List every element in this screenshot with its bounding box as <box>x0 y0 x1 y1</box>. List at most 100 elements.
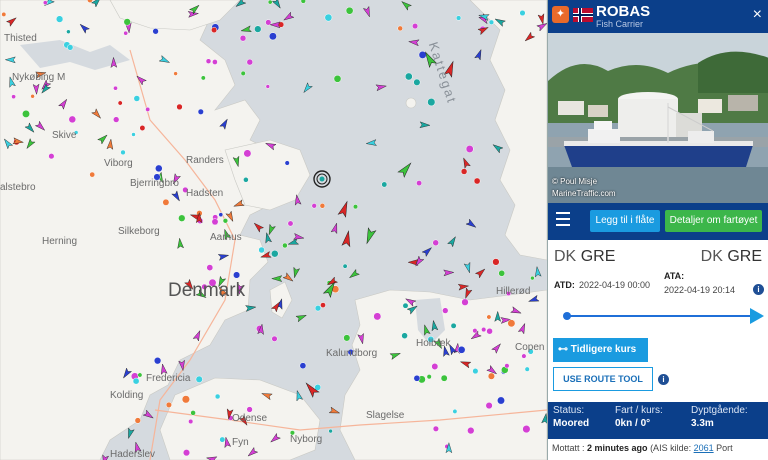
vessel-marker-arrow[interactable] <box>365 139 378 147</box>
photo-site[interactable]: MarineTraffic.com <box>552 189 616 198</box>
vessel-marker-dot[interactable] <box>524 366 530 372</box>
vessel-marker-dot[interactable] <box>497 396 505 405</box>
vessel-marker-dot[interactable] <box>139 125 146 131</box>
vessel-marker-dot[interactable] <box>246 406 253 413</box>
vessel-marker-dot[interactable] <box>113 85 118 91</box>
vessel-marker-arrow[interactable] <box>292 266 301 279</box>
vessel-marker-arrow[interactable] <box>266 223 276 236</box>
vessel-marker-arrow[interactable] <box>271 275 283 282</box>
vessel-marker-arrow[interactable] <box>362 5 372 18</box>
route-tool-info-icon[interactable]: i <box>658 374 669 385</box>
vessel-marker-dot[interactable] <box>55 15 64 23</box>
vessel-marker-dot[interactable] <box>68 115 77 124</box>
vessel-marker-dot[interactable] <box>190 410 196 416</box>
vessel-details-button[interactable]: Detaljer om fartøyet <box>665 210 762 232</box>
close-icon[interactable]: × <box>753 7 762 23</box>
vessel-marker-dot[interactable] <box>282 242 288 249</box>
vessel-marker-dot[interactable] <box>195 375 203 383</box>
arrival-port[interactable]: DK GRE <box>701 248 762 266</box>
vessel-marker-arrow[interactable] <box>330 222 340 235</box>
vessel-marker-dot[interactable] <box>271 249 279 258</box>
vessel-marker-dot[interactable] <box>486 314 492 320</box>
vessel-marker-dot[interactable] <box>268 32 277 41</box>
vessel-marker-large[interactable] <box>337 200 351 218</box>
vessel-marker-dot[interactable] <box>401 332 408 339</box>
vessel-marker-dot[interactable] <box>473 177 481 185</box>
vessel-marker-dot[interactable] <box>311 203 317 209</box>
vessel-photo[interactable]: © Poul Misje MarineTraffic.com <box>548 33 768 203</box>
vessel-marker-dot[interactable] <box>432 239 439 247</box>
vessel-marker-dot[interactable] <box>197 108 204 115</box>
vessel-marker-arrow[interactable] <box>178 359 186 372</box>
vessel-marker-dot[interactable] <box>67 44 74 51</box>
vessel-marker-dot[interactable] <box>200 75 206 81</box>
vessel-marker-dot[interactable] <box>134 417 141 424</box>
vessel-marker-dot[interactable] <box>182 449 191 457</box>
vessel-marker-arrow[interactable] <box>252 221 265 233</box>
vessel-marker-dot[interactable] <box>11 94 16 100</box>
vessel-marker-arrow[interactable] <box>408 39 420 47</box>
vessel-marker-dot[interactable] <box>120 149 126 156</box>
vessel-marker-dot[interactable] <box>1 11 7 17</box>
vessel-marker-dot[interactable] <box>432 425 439 432</box>
vessel-marker-arrow[interactable] <box>328 406 341 416</box>
vessel-marker-dot[interactable] <box>123 18 131 26</box>
vessel-marker-dot[interactable] <box>492 258 500 266</box>
vessel-marker-dot[interactable] <box>233 271 241 279</box>
vessel-marker-dot[interactable] <box>222 218 229 224</box>
vessel-marker-arrow[interactable] <box>287 237 300 247</box>
vessel-marker-dot[interactable] <box>450 322 457 329</box>
vessel-marker-dot[interactable] <box>418 50 427 59</box>
vessel-marker-dot[interactable] <box>324 13 333 22</box>
vessel-marker-arrow[interactable] <box>474 267 486 279</box>
vessel-marker-dot[interactable] <box>442 307 449 314</box>
vessel-marker-dot[interactable] <box>488 19 495 25</box>
vessel-marker-arrow[interactable] <box>240 25 252 34</box>
vessel-marker-dot[interactable] <box>132 377 140 385</box>
vessel-marker-dot[interactable] <box>243 177 249 183</box>
vessel-marker-arrow[interactable] <box>447 235 458 248</box>
vessel-marker-dot[interactable] <box>521 353 527 359</box>
vessel-marker-dot[interactable] <box>271 335 278 342</box>
vessel-marker-dot[interactable] <box>284 160 290 166</box>
vessel-marker-dot[interactable] <box>455 15 462 21</box>
vessel-marker-dot[interactable] <box>461 298 469 306</box>
vessel-marker-large[interactable] <box>341 230 352 248</box>
vessel-marker-dot[interactable] <box>265 19 272 26</box>
vessel-marker-dot[interactable] <box>239 34 247 42</box>
ata-info-icon[interactable]: i <box>753 284 764 295</box>
vessel-marker-arrow[interactable] <box>126 427 135 440</box>
vessel-marker-dot[interactable] <box>218 212 224 218</box>
vessel-marker-arrow[interactable] <box>463 261 472 274</box>
vessel-marker-dot[interactable] <box>504 363 510 369</box>
vessel-marker-dot[interactable] <box>89 171 96 178</box>
vessel-marker-dot[interactable] <box>345 6 354 15</box>
vessel-marker-dot[interactable] <box>412 23 419 30</box>
vessel-marker-dot[interactable] <box>30 94 35 99</box>
vessel-marker-dot[interactable] <box>117 100 123 106</box>
vessel-marker-dot[interactable] <box>457 345 466 354</box>
vessel-marker-dot[interactable] <box>530 275 535 281</box>
vessel-marker-dot[interactable] <box>205 58 212 64</box>
vessel-marker-arrow[interactable] <box>419 121 431 129</box>
vessel-marker-dot[interactable] <box>152 28 159 35</box>
vessel-marker-dot[interactable] <box>465 145 474 153</box>
vessel-marker-arrow[interactable] <box>400 0 412 11</box>
vessel-marker-arrow[interactable] <box>264 232 273 244</box>
vessel-marker-dot[interactable] <box>206 264 214 271</box>
vessel-marker-arrow[interactable] <box>463 287 473 300</box>
vessel-marker-dot[interactable] <box>173 71 178 76</box>
vessel-marker-dot[interactable] <box>402 302 409 309</box>
vessel-marker-dot[interactable] <box>66 29 71 34</box>
vessel-marker-dot[interactable] <box>472 368 479 375</box>
vessel-marker-dot[interactable] <box>145 106 151 112</box>
vessel-marker-dot[interactable] <box>212 59 218 65</box>
vessel-marker-dot[interactable] <box>431 363 439 370</box>
vessel-marker-arrow[interactable] <box>301 82 313 95</box>
vessel-marker-dot[interactable] <box>254 25 262 33</box>
vessel-marker-dot[interactable] <box>188 418 194 425</box>
vessel-marker-dot[interactable] <box>314 305 322 312</box>
map-canvas[interactable] <box>0 0 547 460</box>
hamburger-menu-icon[interactable] <box>556 212 570 226</box>
source-id-link[interactable]: 2061 <box>694 443 714 453</box>
